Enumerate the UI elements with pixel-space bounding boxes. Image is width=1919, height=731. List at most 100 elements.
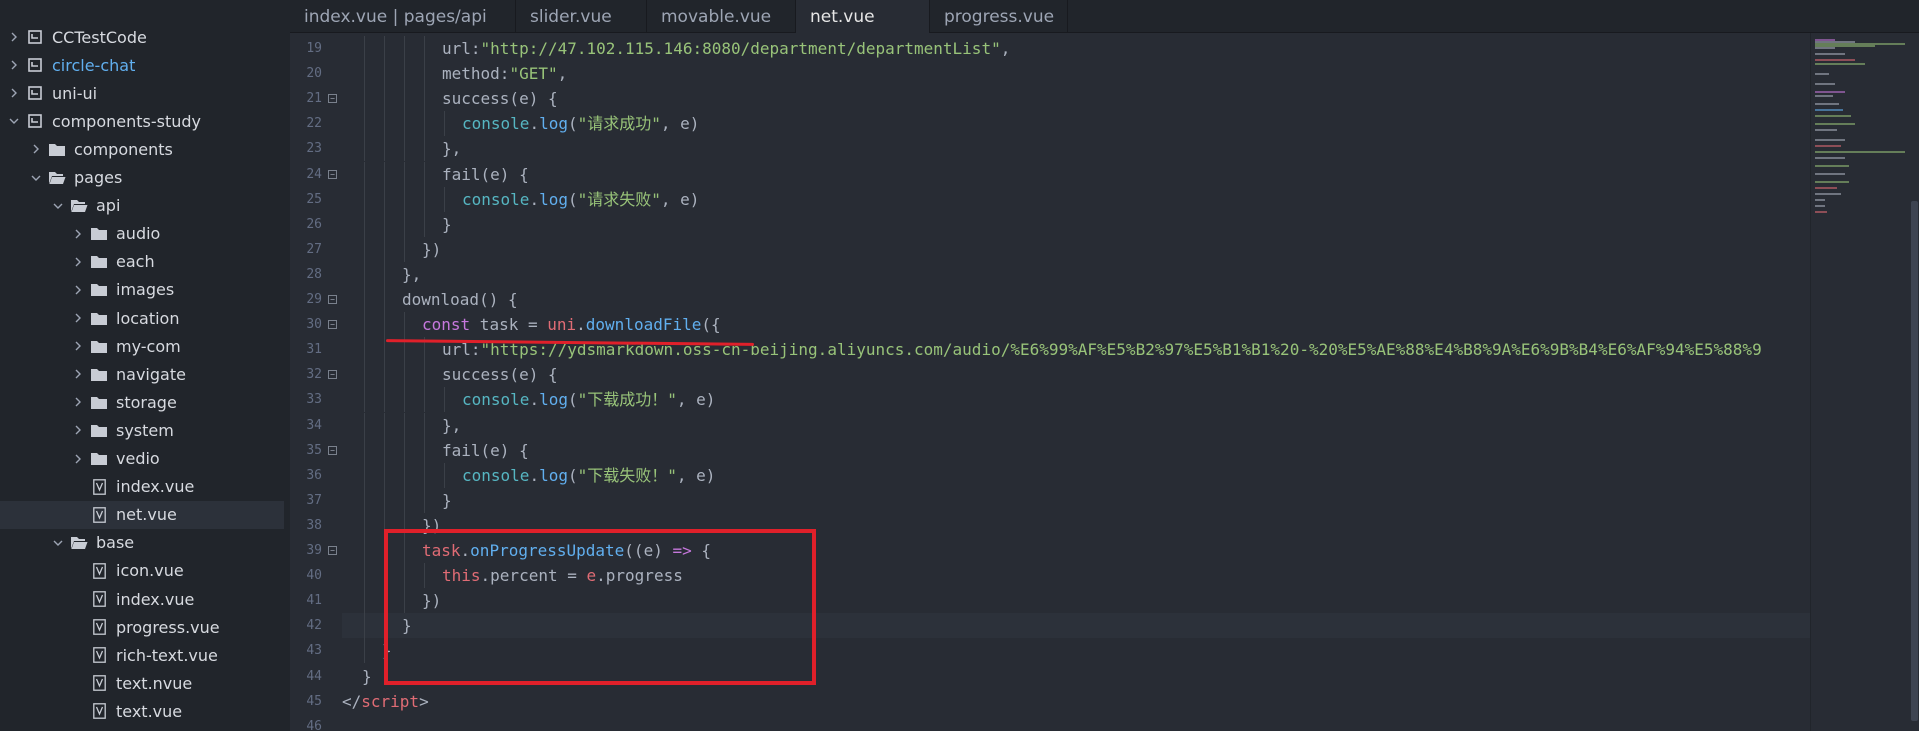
code-line[interactable]: success(e) {: [342, 86, 1802, 111]
chevron-right-icon[interactable]: [72, 256, 84, 268]
fold-toggle-icon[interactable]: −: [328, 370, 337, 380]
tree-item-base[interactable]: base: [0, 529, 290, 557]
code-line[interactable]: url:"http://47.102.115.146:8080/departme…: [342, 36, 1802, 61]
chevron-right-icon[interactable]: [8, 31, 20, 43]
chevron-right-icon[interactable]: [72, 284, 84, 296]
tab-index-vue-pages-api[interactable]: index.vue | pages/api: [290, 0, 516, 33]
code-line[interactable]: download() {: [342, 287, 1802, 312]
code-token: "请求成功": [577, 114, 661, 134]
tree-item-each[interactable]: each: [0, 248, 290, 276]
tree-item-progress-vue[interactable]: progress.vue: [0, 613, 290, 641]
chevron-down-icon[interactable]: [52, 537, 64, 549]
fold-toggle-icon[interactable]: −: [328, 546, 337, 555]
line-number: 45: [306, 693, 322, 709]
chevron-right-icon[interactable]: [72, 340, 84, 352]
tab-slider-vue[interactable]: slider.vue: [516, 0, 647, 33]
tree-item-components[interactable]: components: [0, 135, 290, 163]
chevron-right-icon[interactable]: [8, 59, 20, 71]
minimap-line: [1815, 91, 1845, 93]
fold-toggle-icon[interactable]: −: [328, 295, 337, 304]
tree-item-label: base: [96, 533, 135, 553]
tree-item-system[interactable]: system: [0, 416, 290, 444]
tree-item-api[interactable]: api: [0, 192, 290, 220]
fold-toggle-icon[interactable]: −: [328, 94, 337, 104]
tree-item-navigate[interactable]: navigate: [0, 360, 290, 388]
chevron-down-icon[interactable]: [52, 200, 64, 212]
line-number: 27: [306, 241, 322, 257]
code-line[interactable]: console.log("下载成功！", e): [342, 387, 1802, 412]
code-line[interactable]: },: [342, 413, 1802, 438]
tab-progress-vue[interactable]: progress.vue: [930, 0, 1068, 33]
code-line[interactable]: </script>: [342, 689, 1802, 714]
tree-item-cctestcode[interactable]: CCTestCode: [0, 23, 290, 51]
tab-net-vue[interactable]: net.vue: [796, 0, 930, 33]
code-token: success(e) {: [442, 365, 558, 385]
code-line[interactable]: }: [342, 212, 1802, 237]
fold-toggle-icon[interactable]: −: [328, 169, 337, 179]
tree-item-label: images: [116, 280, 175, 300]
chevron-right-icon[interactable]: [72, 368, 84, 380]
code-line[interactable]: }): [342, 237, 1802, 262]
code-line[interactable]: method:"GET",: [342, 61, 1802, 86]
tree-item-location[interactable]: location: [0, 304, 290, 332]
code-line[interactable]: },: [342, 262, 1802, 287]
minimap[interactable]: [1810, 33, 1910, 731]
tree-item-rich-text-vue[interactable]: rich-text.vue: [0, 641, 290, 669]
code-token: }: [442, 214, 452, 234]
tree-item-label: circle-chat: [52, 55, 136, 75]
fold-toggle-icon[interactable]: −: [328, 320, 337, 330]
tree-item-net-vue[interactable]: net.vue: [0, 500, 284, 529]
code-line[interactable]: success(e) {: [342, 362, 1802, 387]
tree-item-label: navigate: [116, 364, 186, 384]
code-line[interactable]: }: [342, 488, 1802, 513]
chevron-right-icon[interactable]: [72, 453, 84, 465]
tree-item-item[interactable]: 已关闭项目: [0, 726, 290, 731]
code-token: .: [529, 390, 540, 410]
minimap-line: [1815, 151, 1905, 153]
code-line[interactable]: },: [342, 136, 1802, 161]
code-line[interactable]: [342, 714, 1802, 731]
code-line[interactable]: fail(e) {: [342, 162, 1802, 187]
line-number: 36: [306, 467, 322, 483]
chevron-right-icon[interactable]: [72, 312, 84, 324]
tree-item-components-study[interactable]: components-study: [0, 107, 290, 135]
chevron-right-icon[interactable]: [72, 228, 84, 240]
code-line[interactable]: console.log("下载失败！", e): [342, 463, 1802, 488]
fold-toggle-icon[interactable]: −: [328, 445, 337, 455]
code-line[interactable]: fail(e) {: [342, 438, 1802, 463]
tree-item-text-vue[interactable]: text.vue: [0, 697, 290, 725]
tab-movable-vue[interactable]: movable.vue: [647, 0, 796, 33]
vertical-scrollbar[interactable]: [1910, 33, 1919, 731]
chevron-right-icon[interactable]: [72, 424, 84, 436]
code-token: , e): [660, 114, 700, 134]
tree-item-icon-vue[interactable]: icon.vue: [0, 557, 290, 585]
line-number: 20: [306, 66, 322, 82]
tree-item-circle-chat[interactable]: circle-chat: [0, 51, 290, 79]
tree-item-uni-ui[interactable]: uni-ui: [0, 79, 290, 107]
tree-item-text-nvue[interactable]: text.nvue: [0, 669, 290, 697]
code-line[interactable]: console.log("请求失败", e): [342, 187, 1802, 212]
code-token: , e): [676, 465, 716, 485]
scrollbar-thumb[interactable]: [1911, 201, 1918, 721]
tree-item-label: icon.vue: [116, 561, 184, 581]
tree-item-index-vue[interactable]: index.vue: [0, 473, 290, 501]
tree-item-storage[interactable]: storage: [0, 388, 290, 416]
code-token: "GET": [509, 64, 558, 84]
chevron-down-icon[interactable]: [30, 172, 42, 184]
chevron-right-icon[interactable]: [72, 396, 84, 408]
chevron-right-icon[interactable]: [8, 87, 20, 99]
chevron-down-icon[interactable]: [8, 115, 20, 127]
code-token: "请求失败": [577, 189, 661, 209]
tree-item-pages[interactable]: pages: [0, 164, 290, 192]
tree-item-vedio[interactable]: vedio: [0, 445, 290, 473]
tree-item-index-vue[interactable]: index.vue: [0, 585, 290, 613]
tree-item-images[interactable]: images: [0, 276, 290, 304]
tree-item-my-com[interactable]: my-com: [0, 332, 290, 360]
code-line[interactable]: console.log("请求成功", e): [342, 111, 1802, 136]
chevron-right-icon[interactable]: [30, 143, 42, 155]
code-line[interactable]: const task = uni.downloadFile({: [342, 312, 1802, 337]
tree-item-audio[interactable]: audio: [0, 220, 290, 248]
